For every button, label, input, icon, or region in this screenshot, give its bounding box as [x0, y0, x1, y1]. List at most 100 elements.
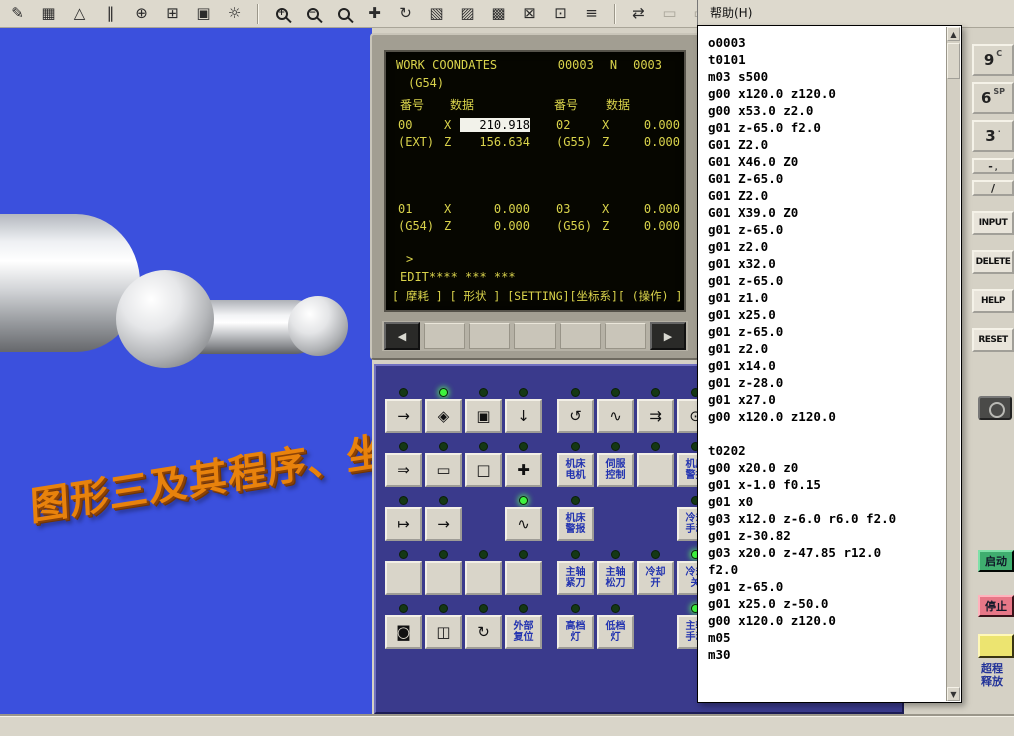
gcode-line: g01 x25.0 z-50.0: [708, 595, 943, 612]
gcode-line: g00 x120.0 z120.0: [708, 408, 943, 425]
blank-button[interactable]: [637, 453, 674, 487]
help-menu-item[interactable]: 帮助(H): [706, 2, 756, 23]
offset-row: (G54)Z0.000(G56)Z0.000: [386, 217, 684, 234]
led-indicator: [571, 442, 580, 451]
high-gear-lamp-button[interactable]: 高档灯: [557, 615, 594, 649]
rotate-view-icon[interactable]: ↻: [393, 2, 418, 25]
crt-title: WORK COONDATES: [396, 58, 497, 72]
input-key[interactable]: INPUT: [972, 211, 1014, 235]
offset-cell: 01: [398, 202, 444, 216]
offset-cell: 0.000: [460, 202, 530, 216]
servo-control-button[interactable]: 伺服控制: [597, 453, 634, 487]
spindle-rotate-button[interactable]: ↻: [465, 615, 502, 649]
optional-stop-button[interactable]: □: [465, 453, 502, 487]
mdi-mode-button[interactable]: ▣: [465, 399, 502, 433]
offset-cell: 156.634: [460, 135, 530, 149]
block-skip-button[interactable]: ▭: [425, 453, 462, 487]
feed-hold-button[interactable]: →: [425, 507, 462, 541]
blank-button[interactable]: [505, 561, 542, 595]
gcode-line: g01 x-1.0 f0.15: [708, 476, 943, 493]
blank-button[interactable]: [425, 561, 462, 595]
softkey-button-2[interactable]: [469, 323, 510, 349]
gcode-line: G01 Z2.0: [708, 136, 943, 153]
camera-button[interactable]: [978, 396, 1012, 420]
feed-stop-button[interactable]: 停止: [978, 595, 1014, 617]
view-top-icon[interactable]: ⊠: [517, 2, 542, 25]
setsquare-icon[interactable]: △: [67, 2, 92, 25]
single-block-button[interactable]: ⇒: [385, 453, 422, 487]
spindle-unclamp-button[interactable]: 主轴松刀: [597, 561, 634, 595]
jog-mode-button[interactable]: ∿: [597, 399, 634, 433]
rotate-icon: ↻: [477, 625, 490, 640]
softkey-button-1[interactable]: [424, 323, 465, 349]
softkey-page-right-button[interactable]: ▶: [650, 322, 686, 350]
machine-motor-button[interactable]: 机床电机: [557, 453, 594, 487]
reset-key[interactable]: RESET: [972, 328, 1014, 352]
zoom-window-icon[interactable]: [331, 2, 356, 25]
scroll-down-icon[interactable]: ▼: [947, 687, 960, 701]
program-list-icon[interactable]: ≡: [579, 2, 604, 25]
scrollbar-thumb[interactable]: [947, 43, 960, 79]
zoom-in-icon[interactable]: +: [269, 2, 294, 25]
offset-cell: X: [602, 202, 618, 216]
single-step-button[interactable]: ◫: [425, 615, 462, 649]
auto-mode-button[interactable]: →: [385, 399, 422, 433]
graphics-viewport[interactable]: 图形三及其程序、坐标: [0, 28, 372, 716]
scrollbar[interactable]: ▲ ▼: [946, 27, 960, 701]
program-protect-button[interactable]: ◙: [385, 615, 422, 649]
machine-lock-button[interactable]: ↦: [385, 507, 422, 541]
window-tile-icon[interactable]: ▭: [657, 2, 682, 25]
low-gear-lamp-button[interactable]: 低档灯: [597, 615, 634, 649]
target-icon[interactable]: ⊕: [129, 2, 154, 25]
spindle-clamp-button[interactable]: 主轴紧刀: [557, 561, 594, 595]
key-6[interactable]: 6SP: [972, 82, 1014, 114]
step-mode-button[interactable]: ⇉: [637, 399, 674, 433]
region-icon[interactable]: ▣: [191, 2, 216, 25]
brightness-icon[interactable]: ☼: [222, 2, 247, 25]
gcode-line: g01 x32.0: [708, 255, 943, 272]
machine-alarm2-button[interactable]: 机床警报: [557, 507, 594, 541]
key-9[interactable]: 9C: [972, 44, 1014, 76]
calipers-icon[interactable]: ‖: [98, 2, 123, 25]
view-front-icon[interactable]: ⊡: [548, 2, 573, 25]
blank-button[interactable]: [385, 561, 422, 595]
circle-arrow-icon: ↺: [569, 409, 582, 424]
external-reset-button[interactable]: 外部复位: [505, 615, 542, 649]
overtravel-release-button[interactable]: [978, 634, 1014, 658]
offset-cell: (G55): [556, 135, 602, 149]
key-minus[interactable]: -,: [972, 158, 1014, 174]
square-icon: ▣: [476, 409, 490, 424]
softkey-button-4[interactable]: [560, 323, 601, 349]
softkey-button-3[interactable]: [514, 323, 555, 349]
scroll-up-icon[interactable]: ▲: [947, 27, 960, 41]
draw-icon[interactable]: ✎: [5, 2, 30, 25]
rapid-override-button[interactable]: ∿: [505, 507, 542, 541]
dnc-mode-button[interactable]: ↓: [505, 399, 542, 433]
view-shaded-icon[interactable]: ▩: [486, 2, 511, 25]
stamp-icon[interactable]: ▦: [36, 2, 61, 25]
softkey-button-5[interactable]: [605, 323, 646, 349]
dry-run-button[interactable]: ✚: [505, 453, 542, 487]
crt-softkey-labels: [ 摩耗 ] [ 形状 ] [SETTING][坐标系][ (操作) ]: [392, 288, 682, 304]
ref-return-mode-button[interactable]: ↺: [557, 399, 594, 433]
coolant-on-button[interactable]: 冷却开: [637, 561, 674, 595]
toolbar-separator: [614, 4, 616, 24]
led-indicator: [611, 442, 620, 451]
blank-button[interactable]: [465, 561, 502, 595]
cycle-start-button[interactable]: 启动: [978, 550, 1014, 572]
zoom-out-icon[interactable]: −: [300, 2, 325, 25]
arrow-right-icon: →: [397, 409, 410, 424]
switch-view-icon[interactable]: ⇄: [626, 2, 651, 25]
key-3[interactable]: 3.: [972, 120, 1014, 152]
view-sw-iso-icon[interactable]: ▧: [424, 2, 449, 25]
gcode-line: m05: [708, 629, 943, 646]
key-slash[interactable]: /: [972, 180, 1014, 196]
gcode-line: g01 z2.0: [708, 238, 943, 255]
help-key[interactable]: HELP: [972, 289, 1014, 313]
delete-key[interactable]: DELETE: [972, 250, 1014, 274]
softkey-page-left-button[interactable]: ◀: [384, 322, 420, 350]
zoom-extents-icon[interactable]: ⊞: [160, 2, 185, 25]
pan-icon[interactable]: ✚: [362, 2, 387, 25]
edit-mode-button[interactable]: ◈: [425, 399, 462, 433]
view-ne-iso-icon[interactable]: ▨: [455, 2, 480, 25]
